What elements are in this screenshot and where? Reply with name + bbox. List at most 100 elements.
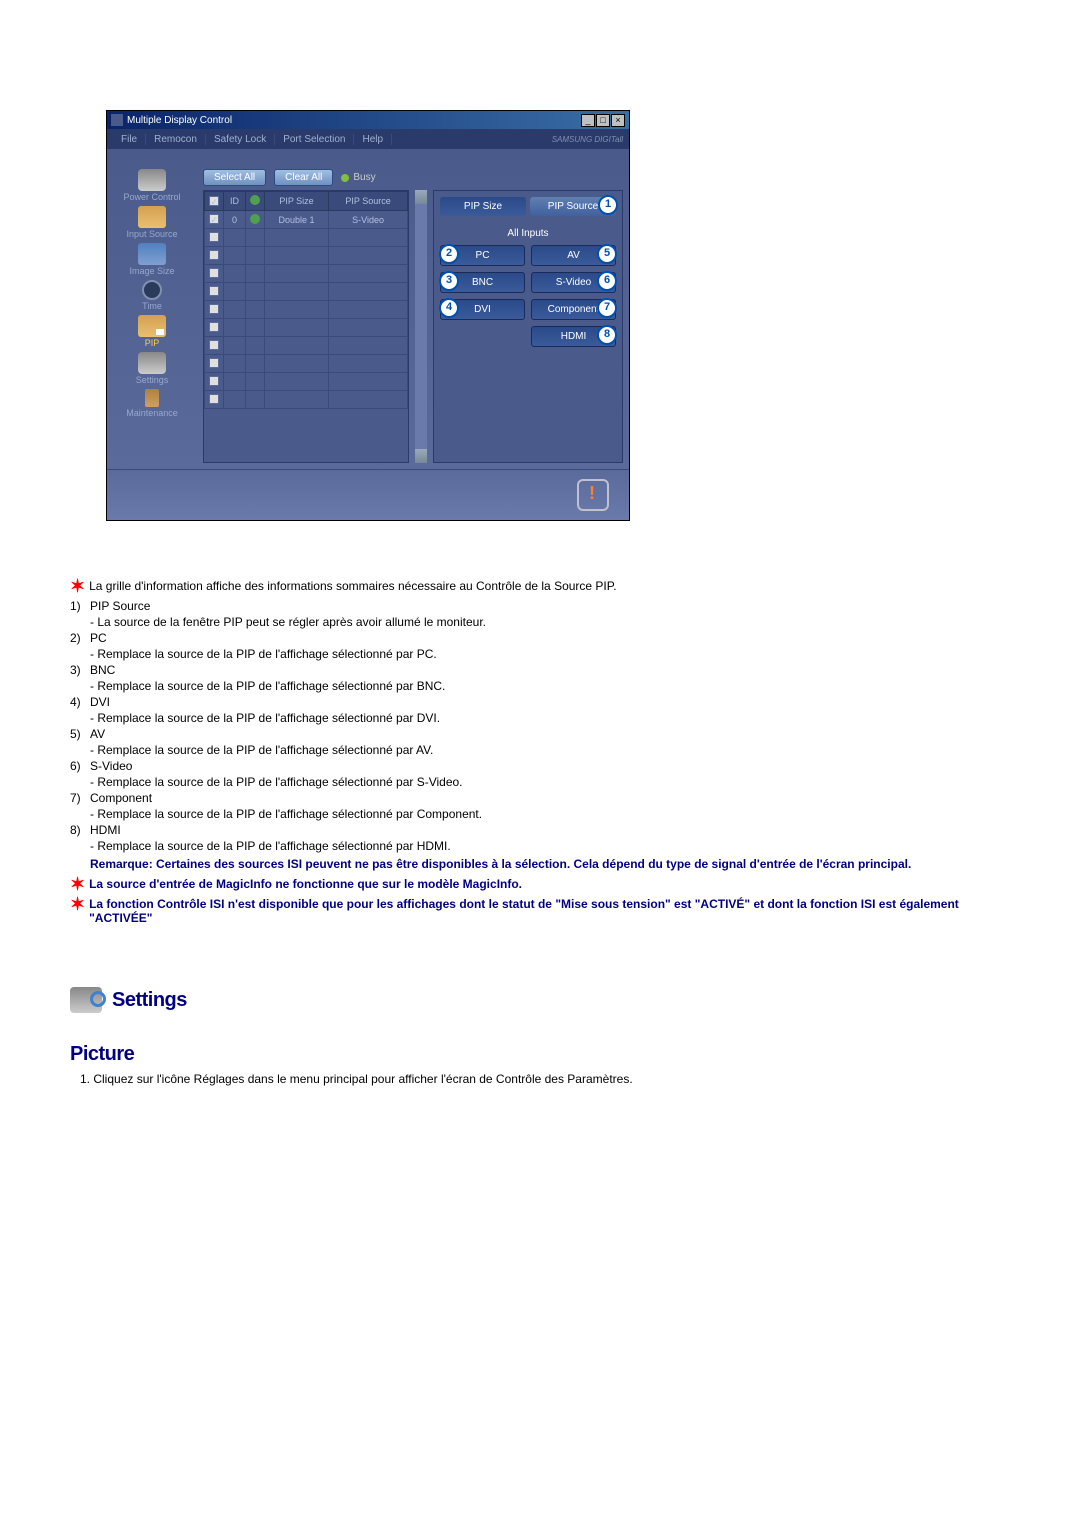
intro-text: La grille d'information affiche des info… — [89, 577, 616, 593]
sidebar-item-time[interactable]: Time — [142, 280, 162, 311]
component-button[interactable]: Component7 — [531, 299, 616, 320]
maximize-button[interactable]: □ — [596, 114, 610, 127]
cell-source: S-Video — [329, 211, 408, 229]
row-checkbox[interactable] — [209, 304, 219, 314]
sidebar-item-pip[interactable]: PIP — [138, 315, 166, 348]
all-inputs-label: All Inputs — [440, 228, 616, 239]
callout-4: 4 — [439, 298, 459, 318]
items-list: 1)PIP Source- La source de la fenêtre PI… — [70, 599, 1010, 853]
menu-port-selection[interactable]: Port Selection — [275, 134, 354, 145]
row-checkbox[interactable] — [209, 358, 219, 368]
power-icon — [138, 169, 166, 191]
busy-indicator: Busy — [341, 172, 375, 183]
clear-all-button[interactable]: Clear All — [274, 169, 333, 186]
menu-help[interactable]: Help — [354, 134, 392, 145]
row-checkbox[interactable] — [209, 250, 219, 260]
list-item: 5)AV- Remplace la source de la PIP de l'… — [70, 727, 1010, 757]
menu-safety-lock[interactable]: Safety Lock — [206, 134, 275, 145]
callout-1: 1 — [598, 195, 618, 215]
gear-icon — [138, 352, 166, 374]
list-item: 8)HDMI- Remplace la source de la PIP de … — [70, 823, 1010, 853]
row-checkbox[interactable] — [209, 394, 219, 404]
list-item: 2)PC- Remplace la source de la PIP de l'… — [70, 631, 1010, 661]
star-icon: ✶ — [70, 875, 85, 893]
av-button[interactable]: AV5 — [531, 245, 616, 266]
select-all-button[interactable]: Select All — [203, 169, 266, 186]
row-checkbox[interactable] — [209, 268, 219, 278]
scroll-down-icon[interactable] — [415, 449, 427, 463]
busy-label: Busy — [353, 172, 375, 183]
tab-pip-size[interactable]: PIP Size — [440, 197, 526, 216]
close-button[interactable]: × — [611, 114, 625, 127]
col-pip-size: PIP Size — [264, 192, 328, 211]
menu-file[interactable]: File — [113, 134, 146, 145]
note-line: ✶ La fonction Contrôle ISI n'est disponi… — [70, 895, 1010, 925]
row-checkbox[interactable] — [209, 376, 219, 386]
callout-7: 7 — [597, 298, 617, 318]
list-item: 1)PIP Source- La source de la fenêtre PI… — [70, 599, 1010, 629]
star-icon: ✶ — [70, 895, 85, 913]
callout-8: 8 — [597, 325, 617, 345]
status-bar — [107, 469, 629, 520]
image-icon — [138, 243, 166, 265]
sidebar-item-power[interactable]: Power Control — [123, 169, 180, 202]
scroll-track[interactable] — [415, 204, 427, 449]
scrollbar[interactable] — [415, 190, 427, 463]
sidebar-label: Maintenance — [126, 408, 178, 418]
sidebar: Power Control Input Source Image Size Ti… — [107, 149, 197, 469]
sidebar-label: Image Size — [129, 266, 174, 276]
scroll-up-icon[interactable] — [415, 190, 427, 204]
status-icon — [250, 195, 260, 205]
sidebar-item-maintenance[interactable]: Maintenance — [126, 389, 178, 418]
pip-source-panel: PIP Size PIP Source 1 All Inputs PC2 AV5… — [433, 190, 623, 463]
picture-step: 1. Cliquez sur l'icône Réglages dans le … — [80, 1072, 1010, 1086]
callout-6: 6 — [597, 271, 617, 291]
dvi-button[interactable]: DVI4 — [440, 299, 525, 320]
table-row — [205, 283, 408, 301]
bnc-button[interactable]: BNC3 — [440, 272, 525, 293]
grid-header-row: ✓ ID PIP Size PIP Source — [205, 192, 408, 211]
sidebar-item-image[interactable]: Image Size — [129, 243, 174, 276]
picture-title: Picture — [70, 1043, 1010, 1066]
row-checkbox[interactable] — [209, 340, 219, 350]
hdmi-button[interactable]: HDMI8 — [531, 326, 616, 347]
note-line: ✶ La grille d'information affiche des in… — [70, 577, 1010, 595]
menu-remocon[interactable]: Remocon — [146, 134, 206, 145]
settings-heading: Settings — [70, 987, 1010, 1013]
table-row — [205, 373, 408, 391]
pc-button[interactable]: PC2 — [440, 245, 525, 266]
list-item: 3)BNC- Remplace la source de la PIP de l… — [70, 663, 1010, 693]
callout-5: 5 — [597, 244, 617, 264]
tab-pip-source[interactable]: PIP Source 1 — [530, 197, 616, 216]
input-icon — [138, 206, 166, 228]
row-checkbox[interactable] — [209, 322, 219, 332]
table-row — [205, 337, 408, 355]
star-text-3: La fonction Contrôle ISI n'est disponibl… — [89, 895, 1010, 925]
display-grid: ✓ ID PIP Size PIP Source ✓ 0 Double 1 — [203, 190, 409, 463]
table-row[interactable]: ✓ 0 Double 1 S-Video — [205, 211, 408, 229]
row-checkbox[interactable]: ✓ — [209, 214, 219, 224]
table-row — [205, 319, 408, 337]
sidebar-label: Input Source — [126, 229, 177, 239]
header-checkbox[interactable]: ✓ — [209, 196, 219, 206]
row-checkbox[interactable] — [209, 232, 219, 242]
callout-2: 2 — [439, 244, 459, 264]
list-item: 4)DVI- Remplace la source de la PIP de l… — [70, 695, 1010, 725]
table-row — [205, 391, 408, 409]
settings-title: Settings — [112, 989, 187, 1012]
sidebar-item-input[interactable]: Input Source — [126, 206, 177, 239]
note-line: ✶ La source d'entrée de MagicInfo ne fon… — [70, 875, 1010, 893]
cell-id: 0 — [224, 211, 246, 229]
settings-icon — [70, 987, 102, 1013]
sidebar-item-settings[interactable]: Settings — [136, 352, 169, 385]
row-checkbox[interactable] — [209, 286, 219, 296]
pip-icon — [138, 315, 166, 337]
col-pip-source: PIP Source — [329, 192, 408, 211]
svideo-button[interactable]: S-Video6 — [531, 272, 616, 293]
sidebar-label: PIP — [145, 338, 160, 348]
window-title: Multiple Display Control — [127, 115, 580, 126]
list-item: 6)S-Video- Remplace la source de la PIP … — [70, 759, 1010, 789]
app-screenshot: Multiple Display Control _ □ × File Remo… — [106, 110, 630, 521]
minimize-button[interactable]: _ — [581, 114, 595, 127]
callout-3: 3 — [439, 271, 459, 291]
